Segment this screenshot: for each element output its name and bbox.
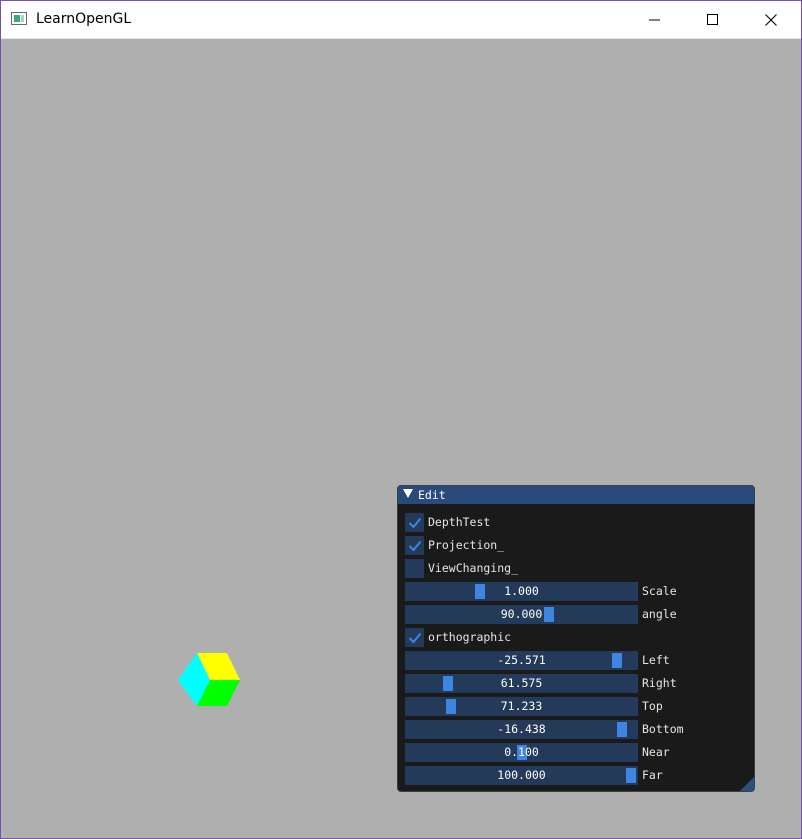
angle-value: 90.000 [500,607,543,621]
depth-test-label: DepthTest [428,515,491,529]
rendered-cube [178,653,240,706]
right-slider[interactable]: 61.575 [405,674,638,693]
projection-checkbox[interactable] [405,536,424,555]
right-value: 61.575 [500,676,543,690]
near-row: 0.100 Near [405,743,745,762]
app-icon [11,12,27,25]
view-changing-row: ViewChanging_ [405,559,745,578]
minimize-icon [649,19,660,20]
orthographic-checkbox[interactable] [405,628,424,647]
near-label: Near [642,745,670,759]
scale-value: 1.000 [504,584,539,598]
top-value: 71.233 [500,699,543,713]
check-icon [408,517,421,528]
check-icon [408,632,421,643]
far-value: 100.000 [497,768,546,782]
top-label: Top [642,699,663,713]
close-button[interactable] [742,1,800,38]
near-value: 0.100 [504,745,539,759]
bottom-label: Bottom [642,722,684,736]
left-slider[interactable]: -25.571 [405,651,638,670]
edit-panel[interactable]: Edit DepthTest Projection_ ViewChanging_ [397,485,755,792]
left-row: -25.571 Left [405,651,745,670]
orthographic-label: orthographic [428,630,512,644]
left-value: -25.571 [497,653,546,667]
right-label: Right [642,676,677,690]
view-changing-label: ViewChanging_ [428,561,519,575]
scale-label: Scale [642,584,677,598]
resize-grip-icon[interactable] [740,777,754,791]
right-row: 61.575 Right [405,674,745,693]
bottom-row: -16.438 Bottom [405,720,745,739]
title-bar[interactable]: LearnOpenGL [1,1,801,39]
scale-slider[interactable]: 1.000 [405,582,638,601]
far-row: 100.000 Far [405,766,745,785]
scale-row: 1.000 Scale [405,582,745,601]
near-slider[interactable]: 0.100 [405,743,638,762]
window-title: LearnOpenGL [36,11,132,27]
app-icon-pane-small [21,15,24,22]
top-slider[interactable]: 71.233 [405,697,638,716]
close-icon [765,13,777,26]
maximize-button[interactable] [684,1,742,38]
projection-label: Projection_ [428,538,505,552]
view-changing-checkbox[interactable] [405,559,424,578]
left-label: Left [642,653,670,667]
depth-test-checkbox[interactable] [405,513,424,532]
angle-row: 90.000 angle [405,605,745,624]
projection-row: Projection_ [405,536,745,555]
bottom-value: -16.438 [497,722,546,736]
far-label: Far [642,768,663,782]
app-window: LearnOpenGL Edit DepthTest Projection_ V… [0,0,802,839]
panel-title: Edit [418,488,446,502]
panel-header[interactable]: Edit [398,486,754,504]
minimize-button[interactable] [626,1,684,38]
angle-slider[interactable]: 90.000 [405,605,638,624]
orthographic-row: orthographic [405,628,745,647]
top-row: 71.233 Top [405,697,745,716]
depth-test-row: DepthTest [405,513,745,532]
app-icon-pane [14,15,20,22]
check-icon [408,540,421,551]
collapse-arrow-icon[interactable] [403,489,413,498]
angle-label: angle [642,607,677,621]
bottom-slider[interactable]: -16.438 [405,720,638,739]
maximize-icon [707,13,718,25]
far-slider[interactable]: 100.000 [405,766,638,785]
